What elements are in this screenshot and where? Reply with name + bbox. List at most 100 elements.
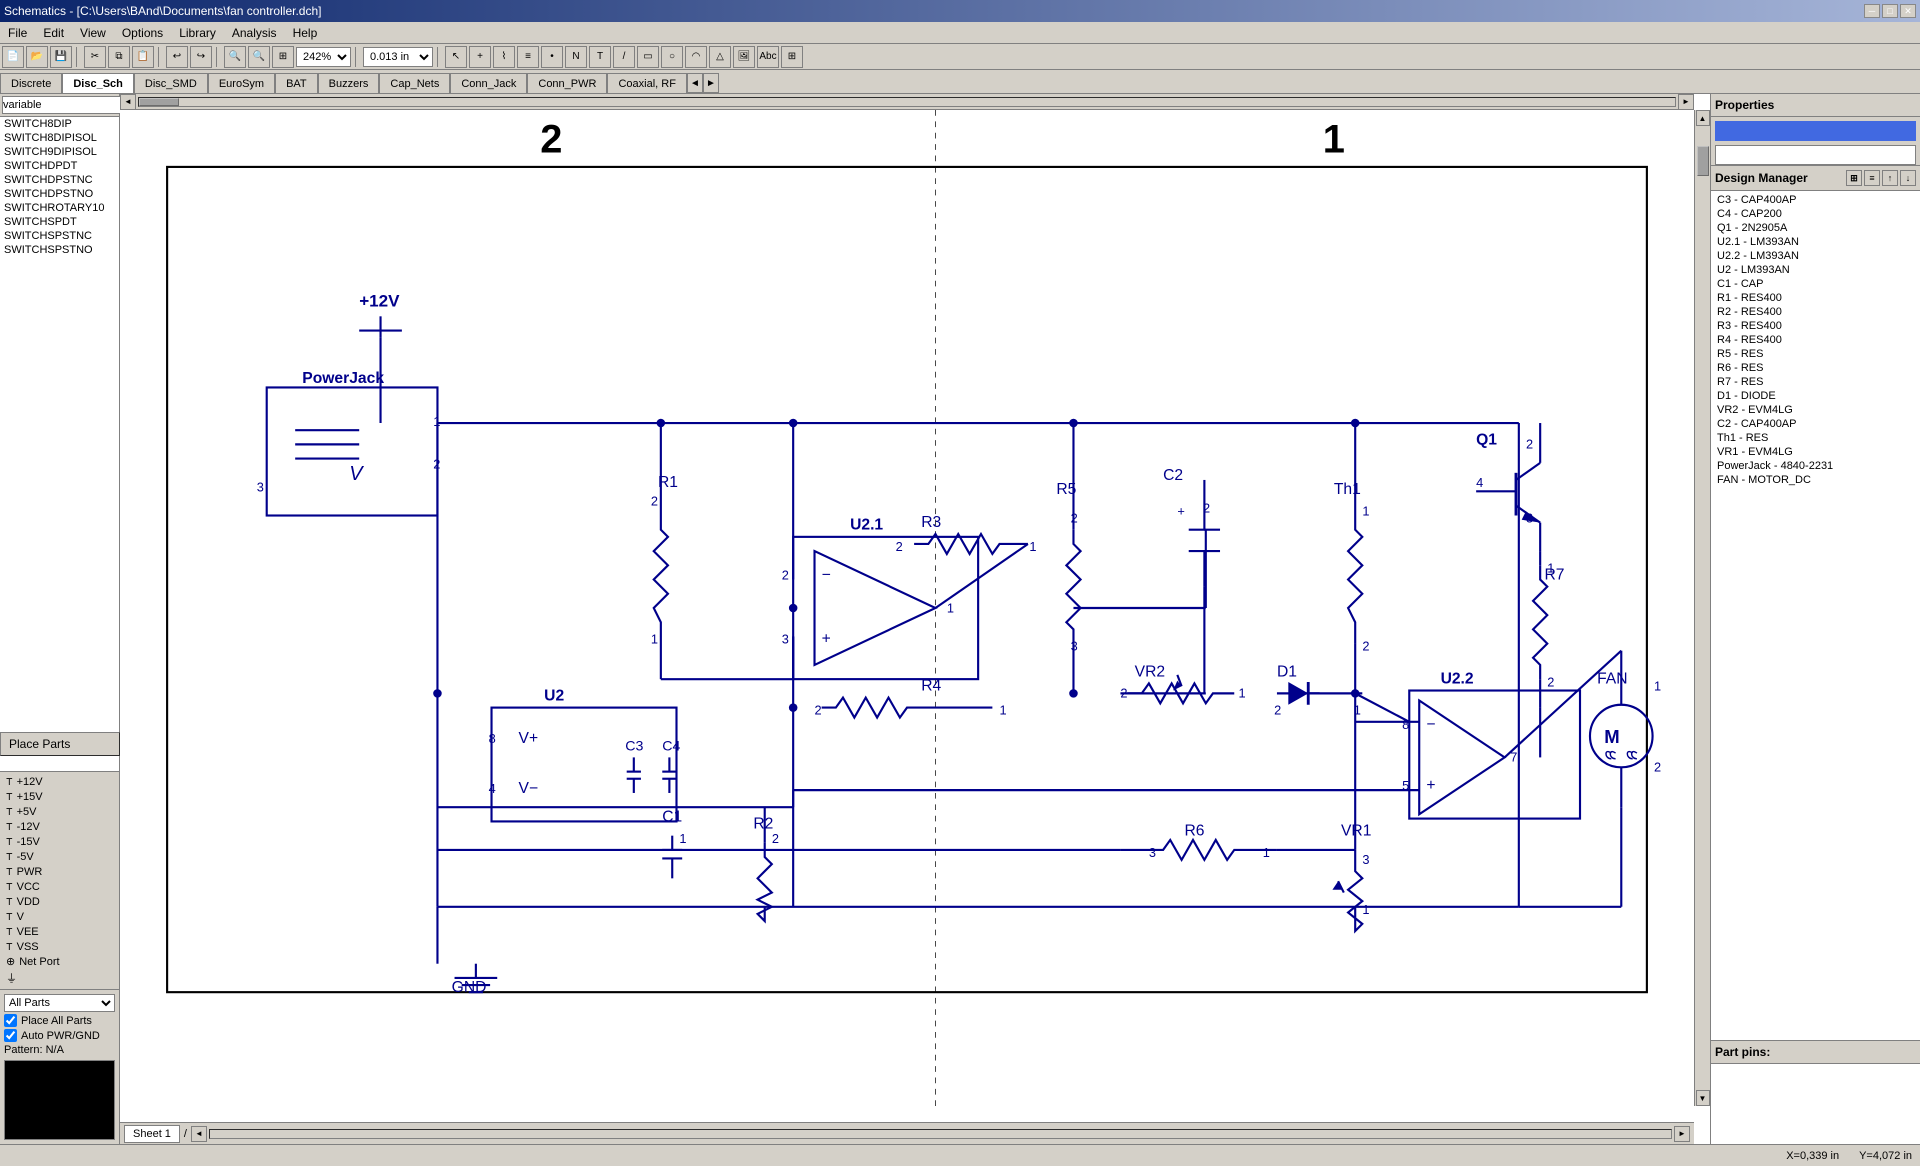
dm-item[interactable]: FAN - MOTOR_DC — [1713, 473, 1918, 487]
net-port-vee[interactable]: ⊤ VEE — [2, 924, 117, 939]
zoom-select[interactable]: 242% — [296, 47, 351, 67]
tab-eurosym[interactable]: EuroSym — [208, 73, 275, 93]
vertical-scrollbar[interactable]: ▲ ▼ — [1694, 110, 1710, 1106]
place-part-button[interactable]: + — [469, 46, 491, 68]
list-item[interactable]: SWITCH9DIPISOL — [0, 145, 119, 159]
place-bus-button[interactable]: ≡ — [517, 46, 539, 68]
menu-view[interactable]: View — [72, 24, 114, 42]
dm-item[interactable]: U2 - LM393AN — [1713, 263, 1918, 277]
top-scrollbar[interactable]: ◄ ► — [120, 94, 1694, 110]
list-item[interactable]: SWITCHDPSTNO — [0, 187, 119, 201]
canvas-area[interactable]: ◄ ► 2 1 +12V PowerJack — [120, 94, 1710, 1144]
net-port-pwr[interactable]: ⊤ PWR — [2, 864, 117, 879]
tab-conn-jack[interactable]: Conn_Jack — [450, 73, 527, 93]
dm-item[interactable]: PowerJack - 4840-2231 — [1713, 459, 1918, 473]
paste-button[interactable]: 📋 — [132, 46, 154, 68]
dm-item[interactable]: C2 - CAP400AP — [1713, 417, 1918, 431]
redo-button[interactable]: ↪ — [190, 46, 212, 68]
place-junction-button[interactable]: • — [541, 46, 563, 68]
new-button[interactable]: 📄 — [2, 46, 24, 68]
scroll-thumb[interactable] — [139, 98, 179, 106]
dm-icon-3[interactable]: ↑ — [1882, 170, 1898, 186]
list-item[interactable]: SWITCHROTARY10 — [0, 201, 119, 215]
tab-discrete[interactable]: Discrete — [0, 73, 62, 93]
place-poly-button[interactable]: △ — [709, 46, 731, 68]
dm-item[interactable]: R1 - RES400 — [1713, 291, 1918, 305]
menu-edit[interactable]: Edit — [35, 24, 72, 42]
net-port-vdd[interactable]: ⊤ VDD — [2, 894, 117, 909]
net-port-minus5v[interactable]: ⊤ -5V — [2, 849, 117, 864]
undo-button[interactable]: ↩ — [166, 46, 188, 68]
schematic-canvas[interactable]: 2 1 +12V PowerJack V 1 2 3 — [120, 110, 1694, 1106]
menu-help[interactable]: Help — [285, 24, 326, 42]
list-item[interactable]: SWITCHDPDT — [0, 159, 119, 173]
dm-item[interactable]: VR1 - EVM4LG — [1713, 445, 1918, 459]
place-parts-button[interactable]: Place Parts — [0, 732, 120, 756]
tab-buzzers[interactable]: Buzzers — [318, 73, 380, 93]
list-item[interactable]: SWITCHSPSTNO — [0, 243, 119, 257]
auto-pwr-gnd-checkbox[interactable] — [4, 1029, 17, 1042]
select-button[interactable]: ↖ — [445, 46, 467, 68]
grid-button[interactable]: ⊞ — [781, 46, 803, 68]
dm-icon-2[interactable]: ≡ — [1864, 170, 1880, 186]
copy-button[interactable]: ⧉ — [108, 46, 130, 68]
dm-item[interactable]: R5 - RES — [1713, 347, 1918, 361]
menu-analysis[interactable]: Analysis — [224, 24, 285, 42]
filter-select[interactable]: All Parts — [4, 994, 115, 1012]
list-item[interactable]: SWITCHSPDT — [0, 215, 119, 229]
scroll-up-arrow[interactable]: ▲ — [1696, 110, 1710, 126]
tab-scroll-right[interactable]: ► — [703, 73, 719, 93]
place-wire-button[interactable]: ⌇ — [493, 46, 515, 68]
tab-conn-pwr[interactable]: Conn_PWR — [527, 73, 607, 93]
list-item[interactable]: SWITCH8DIPISOL — [0, 131, 119, 145]
place-net-button[interactable]: N — [565, 46, 587, 68]
dm-item[interactable]: U2.1 - LM393AN — [1713, 235, 1918, 249]
tab-disc-smd[interactable]: Disc_SMD — [134, 73, 208, 93]
place-all-parts-checkbox[interactable] — [4, 1014, 17, 1027]
tab-coaxial[interactable]: Coaxial, RF — [607, 73, 686, 93]
dm-item[interactable]: C3 - CAP400AP — [1713, 193, 1918, 207]
list-item[interactable]: SWITCHDPSTNC — [0, 173, 119, 187]
place-line-button[interactable]: / — [613, 46, 635, 68]
place-ellipse-button[interactable]: ○ — [661, 46, 683, 68]
abc-button[interactable]: Abc — [757, 46, 779, 68]
scroll-down-arrow[interactable]: ▼ — [1696, 1090, 1710, 1106]
tab-bat[interactable]: BAT — [275, 73, 318, 93]
net-port-v[interactable]: ⊤ V — [2, 909, 117, 924]
net-port-15v[interactable]: ⊤ +15V — [2, 789, 117, 804]
net-port-12v[interactable]: ⊤ +12V — [2, 774, 117, 789]
scroll-track[interactable] — [138, 97, 1676, 107]
dm-item[interactable]: R3 - RES400 — [1713, 319, 1918, 333]
net-port-gnd-symbol[interactable]: ⏚ — [2, 969, 117, 987]
menu-file[interactable]: File — [0, 24, 35, 42]
net-port-vss[interactable]: ⊤ VSS — [2, 939, 117, 954]
zoom-fit-button[interactable]: ⊞ — [272, 46, 294, 68]
dm-item[interactable]: Q1 - 2N2905A — [1713, 221, 1918, 235]
dm-item[interactable]: Th1 - RES — [1713, 431, 1918, 445]
grid-select[interactable]: 0.013 in — [363, 47, 433, 67]
tab-disc-sch[interactable]: Disc_Sch — [62, 73, 134, 93]
cut-button[interactable]: ✂ — [84, 46, 106, 68]
zoom-in-button[interactable]: 🔍 — [224, 46, 246, 68]
dm-item[interactable]: C1 - CAP — [1713, 277, 1918, 291]
dm-item[interactable]: C4 - CAP200 — [1713, 207, 1918, 221]
tab-scroll-left[interactable]: ◄ — [687, 73, 703, 93]
close-button[interactable]: ✕ — [1900, 4, 1916, 18]
menu-options[interactable]: Options — [114, 24, 171, 42]
dm-item[interactable]: R6 - RES — [1713, 361, 1918, 375]
dm-icon-4[interactable]: ↓ — [1900, 170, 1916, 186]
maximize-button[interactable]: □ — [1882, 4, 1898, 18]
dm-item[interactable]: R7 - RES — [1713, 375, 1918, 389]
open-button[interactable]: 📂 — [26, 46, 48, 68]
dm-icon-1[interactable]: ⊞ — [1846, 170, 1862, 186]
scroll-right-arrow[interactable]: ► — [1678, 94, 1694, 110]
net-port-minus15v[interactable]: ⊤ -15V — [2, 834, 117, 849]
place-text-button[interactable]: T — [589, 46, 611, 68]
net-port-5v[interactable]: ⊤ +5V — [2, 804, 117, 819]
minimize-button[interactable]: ─ — [1864, 4, 1880, 18]
net-port-minus12v[interactable]: ⊤ -12V — [2, 819, 117, 834]
dm-item[interactable]: R4 - RES400 — [1713, 333, 1918, 347]
dm-item[interactable]: U2.2 - LM393AN — [1713, 249, 1918, 263]
zoom-out-button[interactable]: 🔍 — [248, 46, 270, 68]
dm-item[interactable]: D1 - DIODE — [1713, 389, 1918, 403]
